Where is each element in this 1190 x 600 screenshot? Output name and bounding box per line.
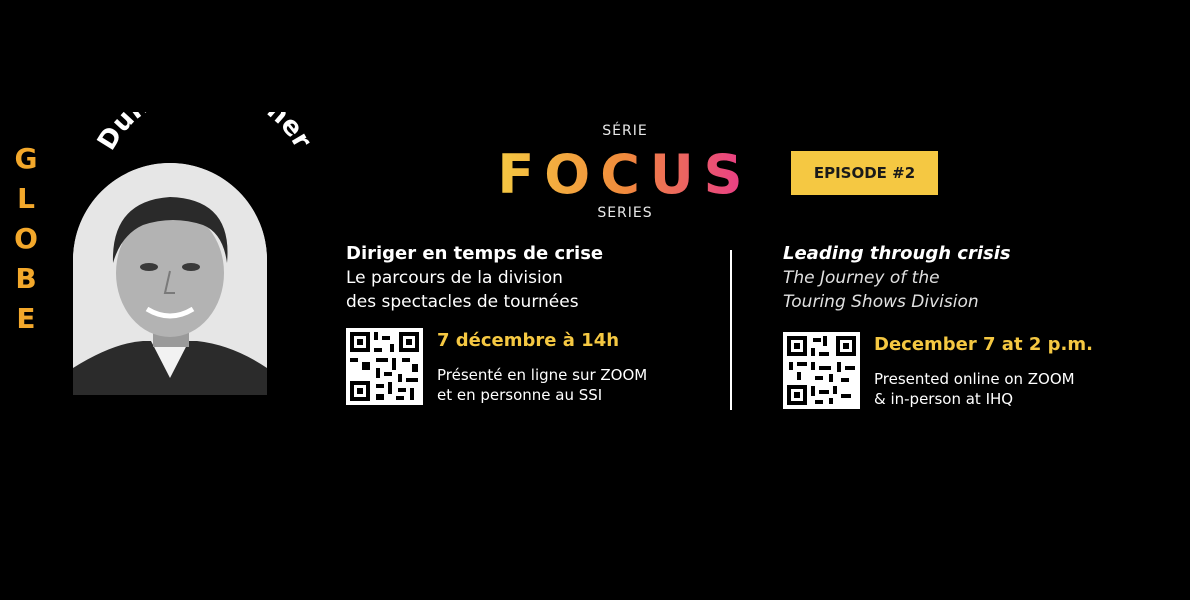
french-subtitle-line2: des spectacles de tournées — [346, 292, 579, 312]
qr-code-icon — [783, 332, 860, 409]
focus-series-logo: SÉRIE FOCUS SERIES — [480, 123, 770, 221]
series-label: SERIES — [597, 205, 653, 221]
globe-vertical-label: G L O B E — [0, 145, 52, 345]
column-divider — [730, 250, 732, 410]
globe-letter-b: B — [15, 262, 37, 295]
french-venue-line2: et en personne au SSI — [437, 386, 603, 404]
french-column: Diriger en temps de crise Le parcours de… — [346, 242, 716, 405]
english-subtitle-line2: Touring Shows Division — [783, 292, 979, 312]
globe-letter-l: L — [17, 182, 35, 215]
globe-letter-g: G — [14, 142, 38, 175]
english-event-row: December 7 at 2 p.m. Presented online on… — [783, 332, 1153, 409]
french-event-info: 7 décembre à 14h Présenté en ligne sur Z… — [437, 328, 647, 405]
focus-word-text: FOCUS — [497, 143, 752, 203]
serie-label: SÉRIE — [602, 123, 648, 139]
french-venue-line1: Présenté en ligne sur ZOOM — [437, 366, 648, 384]
globe-letter-o: O — [14, 222, 38, 255]
english-date: December 7 at 2 p.m. — [874, 334, 1093, 355]
episode-badge: EPISODE #2 — [791, 151, 938, 195]
french-qr-code[interactable] — [346, 328, 423, 405]
french-date: 7 décembre à 14h — [437, 330, 620, 351]
english-qr-code[interactable] — [783, 332, 860, 409]
english-venue-line2: & in-person at IHQ — [874, 390, 1014, 408]
french-subtitle-line1: Le parcours de la division — [346, 268, 563, 288]
english-column: Leading through crisis The Journey of th… — [783, 242, 1153, 409]
french-title: Diriger en temps de crise — [346, 243, 604, 264]
english-event-info: December 7 at 2 p.m. Presented online on… — [874, 332, 1093, 409]
english-subtitle-line1: The Journey of the — [783, 268, 940, 288]
svg-text:Duncan J Fisher: Duncan J Fisher — [92, 112, 317, 156]
qr-code-icon — [346, 328, 423, 405]
portrait-photo-icon — [73, 163, 267, 395]
speaker-name: Duncan J Fisher — [92, 112, 317, 156]
french-event-row: 7 décembre à 14h Présenté en ligne sur Z… — [346, 328, 716, 405]
speaker-photo — [73, 163, 267, 395]
globe-letter-e: E — [16, 302, 36, 335]
focus-wordmark: FOCUS — [497, 143, 752, 203]
english-title: Leading through crisis — [783, 243, 1011, 264]
english-venue-line1: Presented online on ZOOM — [874, 370, 1075, 388]
